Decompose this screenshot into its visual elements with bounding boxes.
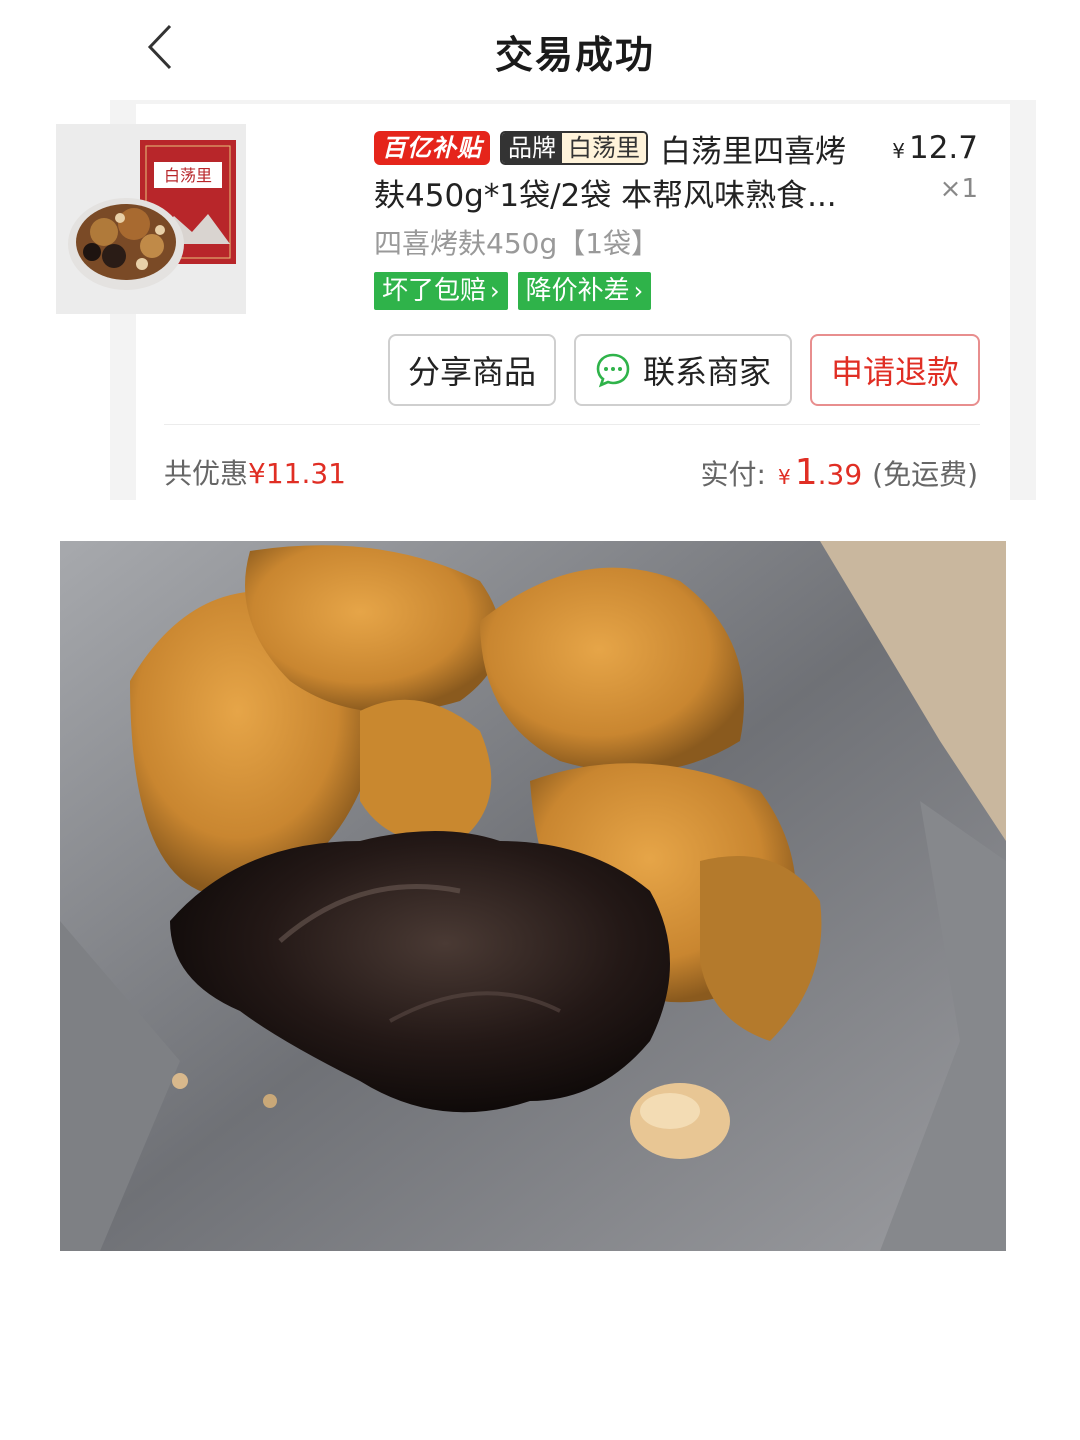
product-spec: 四喜烤麸450g【1袋】 bbox=[374, 227, 660, 260]
paid-amount-integer: 1 bbox=[794, 452, 818, 493]
page-title: 交易成功 bbox=[494, 33, 655, 77]
nav-bar: 交易成功 bbox=[0, 0, 1080, 100]
brand-badge: 品牌 白荡里 bbox=[500, 131, 648, 165]
share-product-button[interactable]: 分享商品 bbox=[388, 334, 556, 406]
divider bbox=[164, 424, 980, 425]
tag-label: 降价补差 bbox=[525, 276, 630, 306]
discount-summary: 共优惠¥11.31 bbox=[164, 452, 346, 492]
brand-badge-value: 白荡里 bbox=[562, 133, 646, 163]
product-title-line2[interactable]: 麸450g*1袋/2袋 本帮风味熟食... bbox=[374, 170, 874, 215]
request-refund-label: 申请退款 bbox=[830, 353, 959, 391]
discount-label: 共优惠 bbox=[164, 457, 249, 490]
chat-icon bbox=[596, 353, 630, 388]
product-quantity: ×1 bbox=[939, 174, 978, 204]
product-thumbnail[interactable]: 白荡里 bbox=[56, 124, 246, 314]
price-currency: ¥ bbox=[892, 139, 905, 163]
request-refund-button[interactable]: 申请退款 bbox=[810, 334, 980, 406]
paid-currency: ¥ bbox=[777, 465, 791, 489]
food-photo bbox=[60, 541, 1006, 1251]
discount-amount: ¥11.31 bbox=[248, 457, 346, 490]
product-price: ¥12.7 bbox=[892, 130, 978, 166]
shipping-note: (免运费) bbox=[872, 458, 978, 491]
share-product-label: 分享商品 bbox=[407, 353, 536, 391]
chevron-right-icon: › bbox=[633, 277, 644, 305]
tag-damage-guarantee[interactable]: 坏了包赔 › bbox=[374, 272, 508, 310]
paid-label: 实付: bbox=[700, 458, 766, 491]
price-value: 12.7 bbox=[908, 130, 978, 166]
product-title-line1[interactable]: 白荡里四喜烤 bbox=[660, 126, 846, 171]
brand-badge-key: 品牌 bbox=[502, 133, 562, 163]
product-title-row: 百亿补贴 品牌 白荡里 白荡里四喜烤 bbox=[374, 126, 846, 171]
contact-seller-label: 联系商家 bbox=[642, 353, 771, 391]
product-photo bbox=[60, 541, 1006, 1251]
contact-seller-button[interactable]: 联系商家 bbox=[574, 334, 792, 406]
tag-label: 坏了包赔 bbox=[382, 276, 487, 306]
chevron-right-icon: › bbox=[490, 277, 500, 305]
paid-summary: 实付: ¥ 1 .39 (免运费) bbox=[701, 452, 978, 493]
subsidy-badge: 百亿补贴 bbox=[374, 131, 490, 165]
package-label: 白荡里 bbox=[164, 166, 212, 185]
tag-price-protection[interactable]: 降价补差 › bbox=[517, 272, 652, 310]
paid-amount-decimal: .39 bbox=[817, 458, 863, 491]
service-tags: 坏了包赔 › 降价补差 › bbox=[374, 272, 661, 310]
product-image: 白荡里 bbox=[56, 124, 246, 314]
